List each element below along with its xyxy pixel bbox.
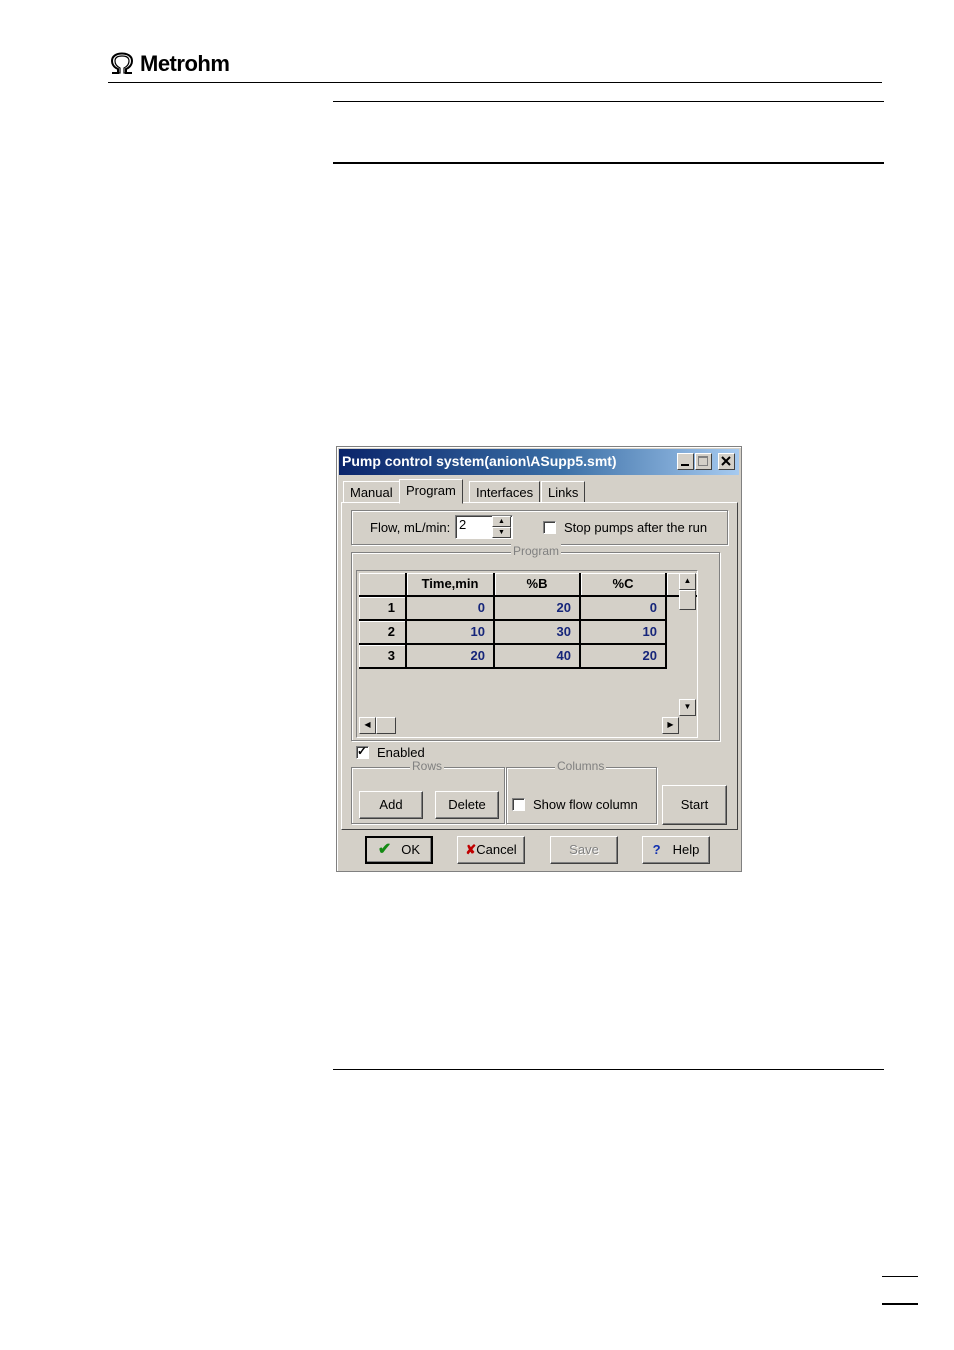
table-cell[interactable]: 0: [407, 597, 495, 621]
scroll-up-button[interactable]: ▲: [679, 573, 696, 590]
flow-label: Flow, mL/min:: [370, 520, 451, 535]
scroll-down-button[interactable]: ▼: [679, 699, 696, 716]
tab-links[interactable]: Links: [541, 481, 586, 503]
table-cell[interactable]: 20: [495, 597, 581, 621]
arrow-up-icon: ▲: [683, 576, 692, 585]
horizontal-scroll-thumb[interactable]: [376, 717, 396, 734]
section-rule-bottom: [333, 162, 884, 164]
title-bar[interactable]: Pump control system(anion\ASupp5.smt): [339, 449, 739, 475]
row-header[interactable]: 1: [359, 597, 407, 621]
tab-manual[interactable]: Manual: [343, 481, 400, 503]
checkmark-icon: ✓: [357, 744, 368, 758]
table-cell[interactable]: 30: [495, 621, 581, 645]
enabled-label: Enabled: [377, 745, 425, 760]
cancel-label: Cancel: [476, 842, 517, 857]
enabled-checkbox[interactable]: ✓: [356, 744, 369, 759]
ok-button[interactable]: ✔ OK: [365, 836, 433, 864]
minimize-button[interactable]: [677, 453, 694, 470]
cancel-button[interactable]: ✘Cancel: [457, 836, 525, 864]
show-flow-checkbox[interactable]: [512, 798, 525, 811]
help-button[interactable]: ? Help: [642, 836, 710, 864]
save-button[interactable]: Save: [550, 836, 618, 864]
table-cell[interactable]: 40: [495, 645, 581, 669]
checkmark-icon: ✔: [377, 841, 392, 858]
arrow-down-icon: ▼: [683, 702, 692, 711]
row-header[interactable]: 3: [359, 645, 407, 669]
maximize-icon: [698, 456, 708, 466]
stop-pumps-checkbox[interactable]: [543, 521, 556, 534]
rows-group-title: Rows: [410, 759, 445, 773]
row-header[interactable]: 2: [359, 621, 407, 645]
table-cell[interactable]: 20: [581, 645, 667, 669]
columns-group-title: Columns: [555, 759, 607, 773]
table-cell[interactable]: 0: [581, 597, 667, 621]
program-grid[interactable]: Time,min %B %C 1 0 20 0 2 10 30 10 3 20 …: [356, 570, 698, 738]
column-header-b[interactable]: %B: [495, 573, 581, 597]
flow-spin-up[interactable]: ▲: [492, 516, 511, 527]
column-header-time[interactable]: Time,min: [407, 573, 495, 597]
column-header-c[interactable]: %C: [581, 573, 667, 597]
maximize-button[interactable]: [695, 453, 712, 470]
omega-logo-icon: [110, 52, 134, 74]
scroll-left-button[interactable]: ◀: [359, 717, 376, 734]
program-tab-panel: Flow, mL/min: 2 ▲ ▼ Stop pumps after the…: [341, 502, 738, 830]
tab-program[interactable]: Program: [399, 479, 463, 504]
grid-corner: [359, 573, 407, 597]
close-button[interactable]: [718, 453, 735, 470]
vertical-scroll-thumb[interactable]: [679, 590, 696, 610]
page-number-rule-bottom: [882, 1303, 918, 1305]
flow-value: 2: [459, 517, 467, 532]
close-icon: [721, 456, 731, 466]
add-row-button[interactable]: Add: [359, 791, 423, 819]
show-flow-label: Show flow column: [533, 797, 638, 812]
brand-name: Metrohm: [140, 51, 230, 76]
footer-rule: [333, 1069, 884, 1070]
minimize-icon: [681, 464, 689, 466]
metrohm-logo: Metrohm: [108, 50, 230, 78]
pump-control-dialog: Pump control system(anion\ASupp5.smt) Ma…: [336, 446, 742, 872]
columns-group: Columns: [506, 759, 657, 824]
program-group-title: Program: [511, 544, 562, 558]
arrow-left-icon: ◀: [364, 720, 371, 729]
help-label: Help: [672, 842, 700, 857]
header-rule: [108, 82, 882, 83]
question-icon: ?: [652, 842, 661, 857]
flow-spin-down[interactable]: ▼: [492, 527, 511, 538]
start-button[interactable]: Start: [662, 785, 727, 825]
tab-interfaces[interactable]: Interfaces: [469, 481, 541, 503]
scroll-right-button[interactable]: ▶: [662, 717, 679, 734]
delete-row-button[interactable]: Delete: [435, 791, 499, 819]
table-cell[interactable]: 10: [581, 621, 667, 645]
page-number-rule-top: [882, 1276, 918, 1277]
section-rule-top: [333, 101, 884, 102]
table-cell[interactable]: 10: [407, 621, 495, 645]
dialog-title: Pump control system(anion\ASupp5.smt): [342, 453, 617, 469]
table-cell[interactable]: 20: [407, 645, 495, 669]
arrow-right-icon: ▶: [667, 720, 674, 729]
ok-label: OK: [401, 842, 421, 857]
stop-pumps-label: Stop pumps after the run: [564, 520, 708, 535]
cross-icon: ✘: [465, 842, 477, 857]
